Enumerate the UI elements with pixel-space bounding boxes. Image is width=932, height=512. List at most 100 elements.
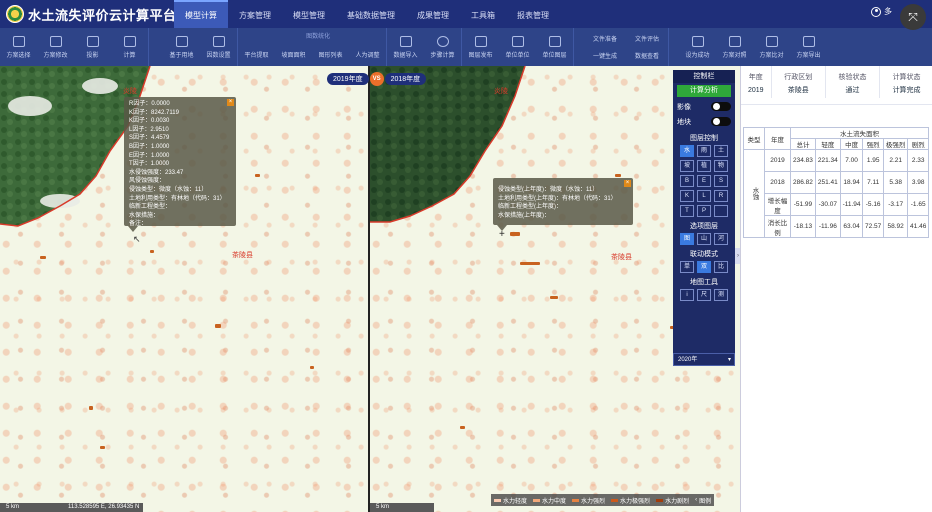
row-label: 2019: [764, 149, 791, 172]
info-check-status: 通过: [825, 82, 881, 98]
erosion-patch: [510, 232, 520, 236]
table-cell: 63.04: [839, 215, 864, 238]
scale-bar: 5 km: [0, 503, 64, 512]
ruler-icon[interactable]: 尺: [697, 289, 711, 301]
measure-icon[interactable]: 测: [714, 289, 728, 301]
plan-export-button[interactable]: 方案导出: [790, 28, 827, 66]
layer-vegetation-icon[interactable]: 植: [697, 160, 711, 172]
file-eval-button[interactable]: 文件评估: [635, 34, 659, 43]
popup-line: 侵蚀类型(上年度)：微度（水蚀：11）: [498, 187, 599, 193]
layer-e-icon[interactable]: E: [697, 175, 711, 187]
menu-model-calc[interactable]: 模型计算: [174, 0, 228, 28]
legend-toggle-button[interactable]: ‹ 图例: [695, 496, 711, 505]
layer-soil-icon[interactable]: 土: [714, 145, 728, 157]
layer-empty-icon[interactable]: [714, 205, 728, 217]
exit-fullscreen-icon[interactable]: ⤧: [900, 4, 926, 30]
menu-plan-manage[interactable]: 方案管理: [228, 0, 282, 28]
year-select[interactable]: 2020年 ▾: [673, 353, 735, 366]
unit-button[interactable]: 单位单位: [499, 28, 536, 66]
map-legend: 水力轻度 水力中度 水力强烈 水力极强烈 水力剧烈 ‹ 图例: [491, 494, 715, 506]
menu-base-data[interactable]: 基础数据管理: [336, 0, 406, 28]
layer-publish-button[interactable]: 图层发布: [462, 28, 499, 66]
plan-select-button[interactable]: 方案选择: [0, 28, 37, 66]
table-cell: -3.17: [882, 193, 909, 216]
plan-contrast-button[interactable]: 方案比对: [753, 28, 790, 66]
table-cell: 234.83: [790, 149, 816, 172]
layer-slope-icon[interactable]: 坡: [680, 160, 694, 172]
scale-bar: 5 km: [370, 503, 434, 512]
overlay-map-icon[interactable]: 图: [680, 233, 694, 245]
table-row: 增长幅度 -51.99 -30.07 -11.94 -5.16 -3.17 -1…: [744, 193, 929, 216]
map-left[interactable]: 炎陵 茶陵县 × R因子：0.0000 K因子：8242.7119 K因子：0.…: [0, 66, 368, 512]
plan-select-icon: [12, 35, 25, 47]
patch-toggle[interactable]: [711, 117, 731, 126]
layer-b-icon[interactable]: B: [680, 175, 694, 187]
set-success-button[interactable]: 设为成功: [679, 28, 716, 66]
file-prep-button[interactable]: 文件准备: [593, 34, 617, 43]
table-cell: 2.33: [907, 149, 929, 172]
layer-l-icon[interactable]: L: [697, 190, 711, 202]
overlay-mountain-icon[interactable]: 山: [697, 233, 711, 245]
plan-compare-button[interactable]: 方案对照: [716, 28, 753, 66]
layer-water-icon[interactable]: 水: [680, 145, 694, 157]
menu-result-manage[interactable]: 成果管理: [406, 0, 460, 28]
sub-header: 轻度: [814, 138, 841, 150]
popup-close-icon[interactable]: ×: [624, 180, 631, 187]
projection-button[interactable]: 投影: [74, 28, 111, 66]
layer-s-icon[interactable]: S: [714, 175, 728, 187]
layer-r-icon[interactable]: R: [714, 190, 728, 202]
erosion-patch: [100, 446, 105, 449]
sync-compare-icon[interactable]: 比: [714, 261, 728, 273]
menu-model-manage[interactable]: 模型管理: [282, 0, 336, 28]
sync-single-icon[interactable]: 单: [680, 261, 694, 273]
sync-double-icon[interactable]: 双: [697, 261, 711, 273]
popup-close-icon[interactable]: ×: [227, 99, 234, 106]
factor-setting-button[interactable]: 因数设置: [200, 28, 237, 66]
info-region[interactable]: 茶陵县: [771, 82, 826, 98]
user-area[interactable]: 多: [871, 6, 892, 17]
main-menu: 模型计算 方案管理 模型管理 基础数据管理 成果管理 工具箱 报表管理: [174, 0, 560, 28]
landuse-button[interactable]: 基于用地: [163, 28, 200, 66]
overlay-river-icon[interactable]: 河: [714, 233, 728, 245]
sub-header: 极强烈: [882, 138, 909, 150]
file-prep-group: 文件准备 一键生成: [584, 28, 626, 66]
info-year: 2019: [741, 82, 772, 98]
table-cell: -1.65: [907, 193, 929, 216]
layer-object-icon[interactable]: 物: [714, 160, 728, 172]
data-import-button[interactable]: 数据导入: [387, 28, 424, 66]
layer-publish-icon: [474, 35, 487, 47]
table-cell: -11.94: [839, 193, 864, 216]
one-click-button[interactable]: 一键生成: [593, 51, 617, 60]
left-info-popup: × R因子：0.0000 K因子：8242.7119 K因子：0.0030 L因…: [124, 97, 236, 232]
unit-layer-button[interactable]: 单位图层: [536, 28, 573, 66]
data-import-icon: [399, 35, 412, 47]
table-cell: -18.13: [790, 215, 816, 238]
table-cell: -30.07: [814, 193, 841, 216]
plan-edit-button[interactable]: 方案修改: [37, 28, 74, 66]
app-title: 水土流失评价云计算平台: [28, 8, 177, 23]
menu-report-manage[interactable]: 报表管理: [506, 0, 560, 28]
table-cell: 251.41: [814, 171, 841, 194]
crosshair-icon: +: [499, 229, 505, 240]
erosion-patch: [460, 426, 465, 429]
popup-line: T因子：1.0000: [129, 161, 170, 168]
table-cell: -5.16: [862, 193, 884, 216]
layer-rain-icon[interactable]: 雨: [697, 145, 711, 157]
erosion-patch: [520, 262, 540, 265]
erosion-patch: [615, 174, 621, 177]
row-label: 增长幅度: [764, 193, 791, 216]
platform-extract-button[interactable]: 平台提取: [238, 28, 275, 66]
layer-k-icon[interactable]: K: [680, 190, 694, 202]
menu-toolbox[interactable]: 工具箱: [460, 0, 506, 28]
image-toggle[interactable]: [711, 102, 731, 111]
info-icon[interactable]: i: [680, 289, 694, 301]
step-compute-button[interactable]: 步骤计算: [424, 28, 461, 66]
compute-button[interactable]: 计算: [111, 28, 148, 66]
calc-analysis-button[interactable]: 计算分析: [677, 85, 731, 97]
data-view-button[interactable]: 数据查看: [635, 51, 659, 60]
sub-header: 中度: [839, 138, 864, 150]
layer-t-icon[interactable]: T: [680, 205, 694, 217]
layer-p-icon[interactable]: P: [697, 205, 711, 217]
manual-adjust-button[interactable]: 人为调整: [349, 28, 386, 66]
erosion-patch: [215, 324, 221, 328]
